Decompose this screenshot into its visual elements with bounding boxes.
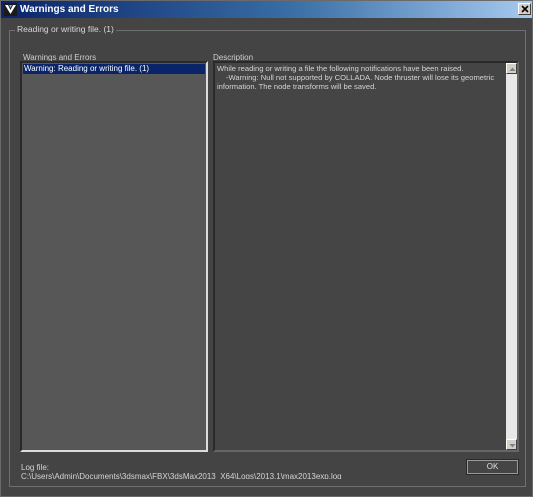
arrow-up-icon (509, 67, 516, 71)
description-line: -Warning: Null not supported by COLLADA.… (226, 73, 495, 82)
scroll-down-button[interactable] (506, 439, 517, 450)
description-text: While reading or writing a file the foll… (217, 64, 507, 91)
group-title: Reading or writing file. (1) (15, 24, 116, 35)
description-line: information. The node transforms will be… (217, 82, 377, 91)
description-textbox[interactable]: While reading or writing a file the foll… (213, 61, 519, 452)
ok-button[interactable]: OK (466, 459, 519, 475)
log-file-label: Log file: (21, 463, 50, 472)
warnings-list[interactable]: Warning: Reading or writing file. (1) (20, 61, 208, 452)
list-item-selected[interactable]: Warning: Reading or writing file. (1) (23, 64, 205, 74)
log-file-path: C:\Users\Admin\Documents\3dsmax\FBX\3dsM… (21, 472, 342, 479)
3ds-max-logo-icon (4, 3, 17, 16)
close-icon (521, 5, 529, 13)
scroll-up-button[interactable] (506, 63, 517, 74)
warnings-dialog: Warnings and Errors Reading or writing f… (0, 0, 533, 497)
description-line: While reading or writing a file the foll… (217, 64, 464, 73)
arrow-down-icon (509, 444, 516, 448)
window-title: Warnings and Errors (20, 4, 119, 15)
close-button[interactable] (518, 3, 531, 15)
title-bar[interactable]: Warnings and Errors (1, 1, 532, 18)
description-scrollbar[interactable] (506, 63, 517, 450)
